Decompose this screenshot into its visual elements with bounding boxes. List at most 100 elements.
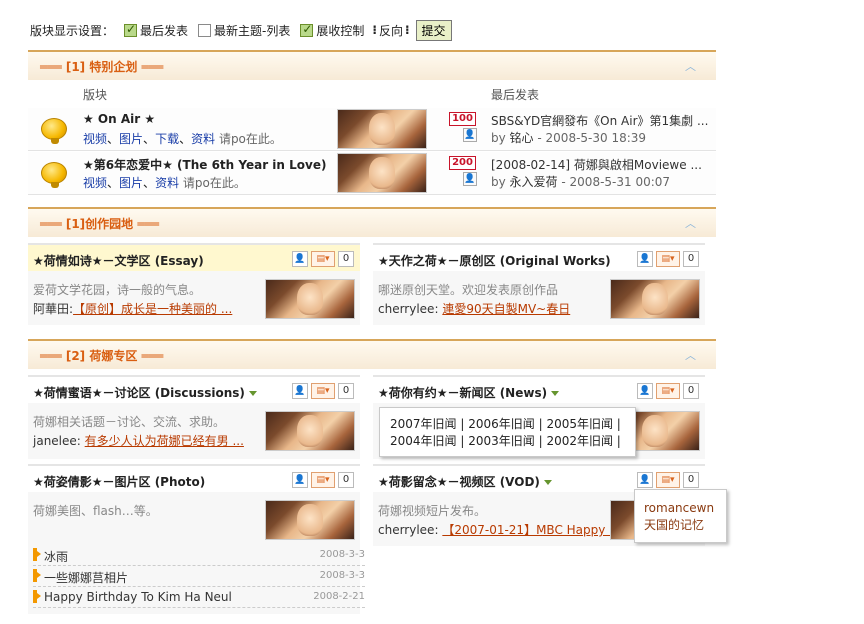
rss-menu-icon[interactable]: ▤▾ bbox=[311, 472, 335, 488]
link-video[interactable]: 视频 bbox=[83, 132, 107, 146]
news-archive-popup: 2007年旧闻 | 2006年旧闻 | 2005年旧闻 | 2004年旧闻 | … bbox=[379, 407, 636, 457]
count-badge: 0 bbox=[683, 383, 699, 399]
last-post-link[interactable]: 有多少人认为荷娜已经有男 ... bbox=[85, 434, 244, 448]
section-header-hana[interactable]: ═══ [2] 荷娜专区 ═══ ︿ bbox=[28, 339, 716, 369]
last-post-link[interactable]: 【原创】成长是一种美丽的 ... bbox=[73, 302, 232, 316]
settings-label: 版块显示设置： bbox=[30, 23, 115, 38]
last-post-link[interactable]: 【2007-01-21】MBC Happy ... bbox=[442, 523, 620, 537]
dropdown-arrow-icon bbox=[248, 391, 257, 396]
section-header-special[interactable]: ═══ [1] 特别企划 ═══ ︿ bbox=[28, 50, 716, 80]
display-settings-bar: 版块显示设置： 最后发表 最新主题-列表 展收控制 ⁝ 反向 ⁝ 提交 bbox=[30, 19, 452, 41]
column-header-forum: 版块 bbox=[83, 88, 108, 102]
news-archive-link[interactable]: 2007年旧闻 bbox=[390, 417, 457, 431]
last-post-link[interactable]: 連愛90天自製MV~春日 bbox=[442, 302, 570, 316]
forum-title[interactable]: ★第6年恋爱中★ (The 6th Year in Love) bbox=[83, 156, 326, 173]
dropdown-arrow-icon bbox=[551, 391, 560, 396]
sub-forum-link[interactable]: 天国的记忆 bbox=[644, 517, 717, 534]
forum-banner-image[interactable] bbox=[337, 109, 427, 149]
forum-description: 荷娜相关话题－讨论、交流、求助。 bbox=[33, 415, 226, 429]
rss-menu-icon[interactable]: ▤▾ bbox=[311, 383, 335, 399]
link-video[interactable]: 视频 bbox=[83, 176, 107, 190]
count-badge: 0 bbox=[338, 251, 354, 267]
section-header-creative[interactable]: ═══ [1]创作园地 ═══ ︿ bbox=[28, 207, 716, 237]
forum-title[interactable]: ★天作之荷★－原创区 (Original Works) bbox=[378, 252, 611, 269]
forum-title[interactable]: ★荷情蜜语★－讨论区 (Discussions) bbox=[33, 384, 257, 401]
news-archive-link[interactable]: 2005年旧闻 bbox=[546, 417, 613, 431]
forum-description: 荷娜视频短片发布。 bbox=[378, 504, 487, 518]
forum-banner-image[interactable] bbox=[337, 153, 427, 193]
link-downloads[interactable]: 下载 bbox=[155, 132, 179, 146]
forum-banner-image[interactable] bbox=[265, 411, 355, 451]
submit-button[interactable]: 提交 bbox=[415, 19, 452, 41]
count-badge: 0 bbox=[683, 251, 699, 267]
forum-title[interactable]: ★荷情如诗★－文学区 (Essay) bbox=[33, 252, 204, 269]
user-icon[interactable]: 👤 bbox=[292, 251, 308, 267]
news-archive-link[interactable]: 2006年旧闻 bbox=[468, 417, 535, 431]
user-icon[interactable]: 👤 bbox=[292, 383, 308, 399]
option-newest-topic-list[interactable]: 最新主题-列表 bbox=[198, 22, 290, 39]
separator: ⁝ bbox=[404, 23, 410, 37]
last-post-meta: by 永入爱荷 - 2008-5-31 00:07 bbox=[491, 175, 671, 189]
forum-banner-image[interactable] bbox=[265, 279, 355, 319]
option-last-post[interactable]: 最后发表 bbox=[124, 22, 188, 39]
checkbox-icon[interactable] bbox=[300, 22, 314, 37]
forum-box-original: ★天作之荷★－原创区 (Original Works) 👤 ▤▾ 0 哪迷原创天堂。… bbox=[373, 243, 705, 325]
forum-banner-image[interactable] bbox=[610, 279, 700, 319]
forum-title[interactable]: ★荷你有约★－新闻区 (News) bbox=[378, 384, 560, 401]
user-icon[interactable]: 👤 bbox=[463, 172, 477, 186]
rss-menu-icon[interactable]: ▤▾ bbox=[656, 251, 680, 267]
photo-topic-list: 冰雨 2008-3-3 一些娜娜莒相片 2008-3-3 Happy Birthda… bbox=[33, 545, 365, 608]
post-count-badge: 200 bbox=[449, 156, 476, 170]
forum-title[interactable]: ★荷姿倩影★－图片区 (Photo) bbox=[33, 473, 205, 490]
forum-box-discussions: ★荷情蜜语★－讨论区 (Discussions) 👤 ▤▾ 0 荷娜相关话题－讨论、… bbox=[28, 375, 360, 459]
user-icon[interactable]: 👤 bbox=[292, 472, 308, 488]
last-post-title[interactable]: SBS&YD官網發布《On Air》第1集劇 ... bbox=[491, 112, 708, 129]
list-item[interactable]: 冰雨 2008-3-3 bbox=[33, 545, 365, 566]
last-post-user[interactable]: 永入爱荷 bbox=[510, 175, 558, 189]
last-post-user[interactable]: 铭心 bbox=[510, 131, 534, 145]
link-materials[interactable]: 资料 bbox=[191, 132, 215, 146]
rss-menu-icon[interactable]: ▤▾ bbox=[656, 472, 680, 488]
sub-forum-link[interactable]: romancewn bbox=[644, 500, 717, 517]
user-icon[interactable]: 👤 bbox=[637, 472, 653, 488]
collapse-icon[interactable]: ︿ bbox=[685, 58, 696, 74]
collapse-icon[interactable]: ︿ bbox=[685, 215, 696, 231]
news-archive-link[interactable]: 2003年旧闻 bbox=[468, 434, 535, 448]
last-post-meta: by 铭心 - 2008-5-30 18:39 bbox=[491, 131, 647, 145]
list-item[interactable]: Happy Birthday To Kim Ha Neul 2008-2-21 bbox=[33, 587, 365, 608]
forum-title[interactable]: ★荷影留念★－视频区 (VOD) bbox=[378, 473, 552, 490]
forum-description: 荷娜美图、flash…等。 bbox=[33, 504, 158, 518]
user-icon[interactable]: 👤 bbox=[637, 251, 653, 267]
collapse-icon[interactable]: ︿ bbox=[685, 347, 696, 363]
forum-sub-links: 视频、图片、下载、资料 请po在此。 bbox=[83, 132, 282, 146]
link-materials[interactable]: 资料 bbox=[155, 176, 179, 190]
forum-title[interactable]: ★ On Air ★ bbox=[83, 112, 155, 126]
count-badge: 0 bbox=[683, 472, 699, 488]
checkbox-icon[interactable] bbox=[124, 22, 138, 37]
link-pictures[interactable]: 图片 bbox=[119, 132, 143, 146]
forum-banner-image[interactable] bbox=[265, 500, 355, 540]
forum-status-icon bbox=[41, 162, 67, 188]
news-archive-link[interactable]: 2004年旧闻 bbox=[390, 434, 457, 448]
last-post-title[interactable]: [2008-02-14] 荷娜與啟相Moviewe ... bbox=[491, 156, 702, 173]
user-icon[interactable]: 👤 bbox=[463, 128, 477, 142]
rss-menu-icon[interactable]: ▤▾ bbox=[656, 383, 680, 399]
option-collapse-control[interactable]: 展收控制 bbox=[300, 22, 364, 39]
section-title: ═══ [1]创作园地 ═══ bbox=[40, 217, 160, 231]
post-count-badge: 100 bbox=[449, 112, 476, 126]
reverse-link[interactable]: 反向 bbox=[379, 22, 403, 39]
rss-menu-icon[interactable]: ▤▾ bbox=[311, 251, 335, 267]
user-icon[interactable]: 👤 bbox=[637, 383, 653, 399]
count-badge: 0 bbox=[338, 383, 354, 399]
forum-description: 哪迷原创天堂。欢迎发表原创作品 bbox=[378, 283, 559, 297]
forum-description: 爱荷文学花园，诗一般的气息。 bbox=[33, 283, 202, 297]
column-header-last-post: 最后发表 bbox=[491, 88, 540, 102]
list-item[interactable]: 一些娜娜莒相片 2008-3-3 bbox=[33, 566, 365, 587]
link-pictures[interactable]: 图片 bbox=[119, 176, 143, 190]
news-archive-link[interactable]: 2002年旧闻 bbox=[546, 434, 613, 448]
news-row: 2007年旧闻 | 2006年旧闻 | 2005年旧闻 | bbox=[390, 417, 621, 431]
last-post: janelee: 有多少人认为荷娜已经有男 ... bbox=[33, 434, 244, 448]
forum-status-icon bbox=[41, 118, 67, 144]
last-post: 阿華田:【原创】成长是一种美丽的 ... bbox=[33, 302, 233, 316]
checkbox-icon[interactable] bbox=[198, 23, 212, 37]
